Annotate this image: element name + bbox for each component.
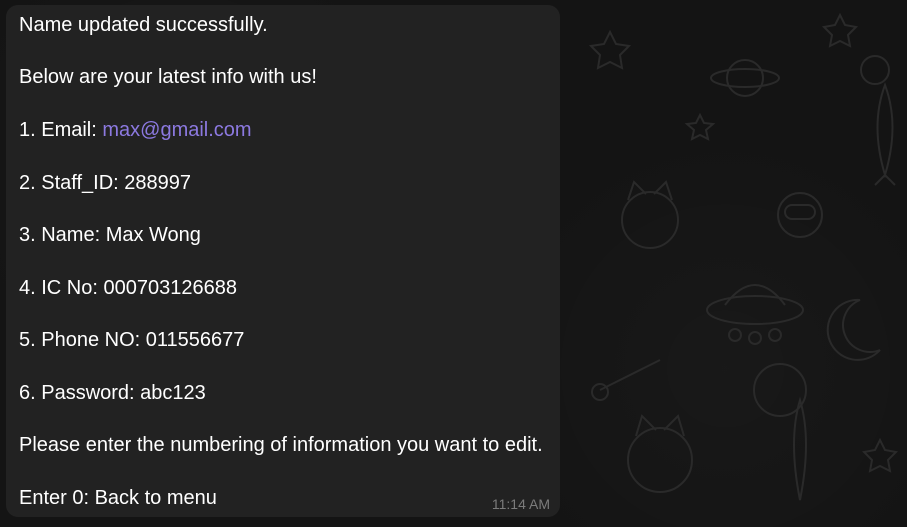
- message-line-name: 3. Name: Max Wong: [19, 224, 201, 246]
- star-icon: [588, 29, 632, 70]
- email-link[interactable]: max@gmail.com: [102, 119, 251, 141]
- rocket-icon: [793, 396, 807, 501]
- message-line-email: 1. Email: max@gmail.com: [19, 118, 252, 142]
- star-icon: [821, 12, 859, 48]
- cat-icon: [621, 180, 679, 249]
- message-line-intro: Below are your latest info with us!: [19, 66, 317, 88]
- message-line-staff-id: 2. Staff_ID: 288997: [19, 172, 191, 194]
- message-bubble: Name updated successfully. Below are you…: [6, 5, 560, 517]
- planet-icon: [710, 59, 780, 97]
- message-line-ic-no: 4. IC No: 000703126688: [19, 277, 237, 299]
- message-line-password: 6. Password: abc123: [19, 382, 206, 404]
- ufo-icon: [706, 284, 804, 345]
- message-line-status: Name updated successfully.: [19, 14, 268, 36]
- planet-icon: [860, 55, 890, 85]
- message-line-back-menu: Enter 0: Back to menu: [19, 487, 217, 509]
- email-label: 1. Email:: [19, 119, 103, 141]
- moon-icon: [826, 298, 881, 361]
- rocket-icon: [874, 82, 896, 186]
- message-timestamp: 11:14 AM: [491, 496, 550, 512]
- message-line-instruction: Please enter the numbering of informatio…: [19, 434, 543, 456]
- message-line-phone: 5. Phone NO: 011556677: [19, 329, 245, 351]
- cat-icon: [627, 414, 693, 493]
- astronaut-icon: [777, 192, 823, 238]
- comet-icon: [591, 359, 661, 401]
- star-icon: [684, 112, 716, 141]
- star-icon: [861, 437, 899, 473]
